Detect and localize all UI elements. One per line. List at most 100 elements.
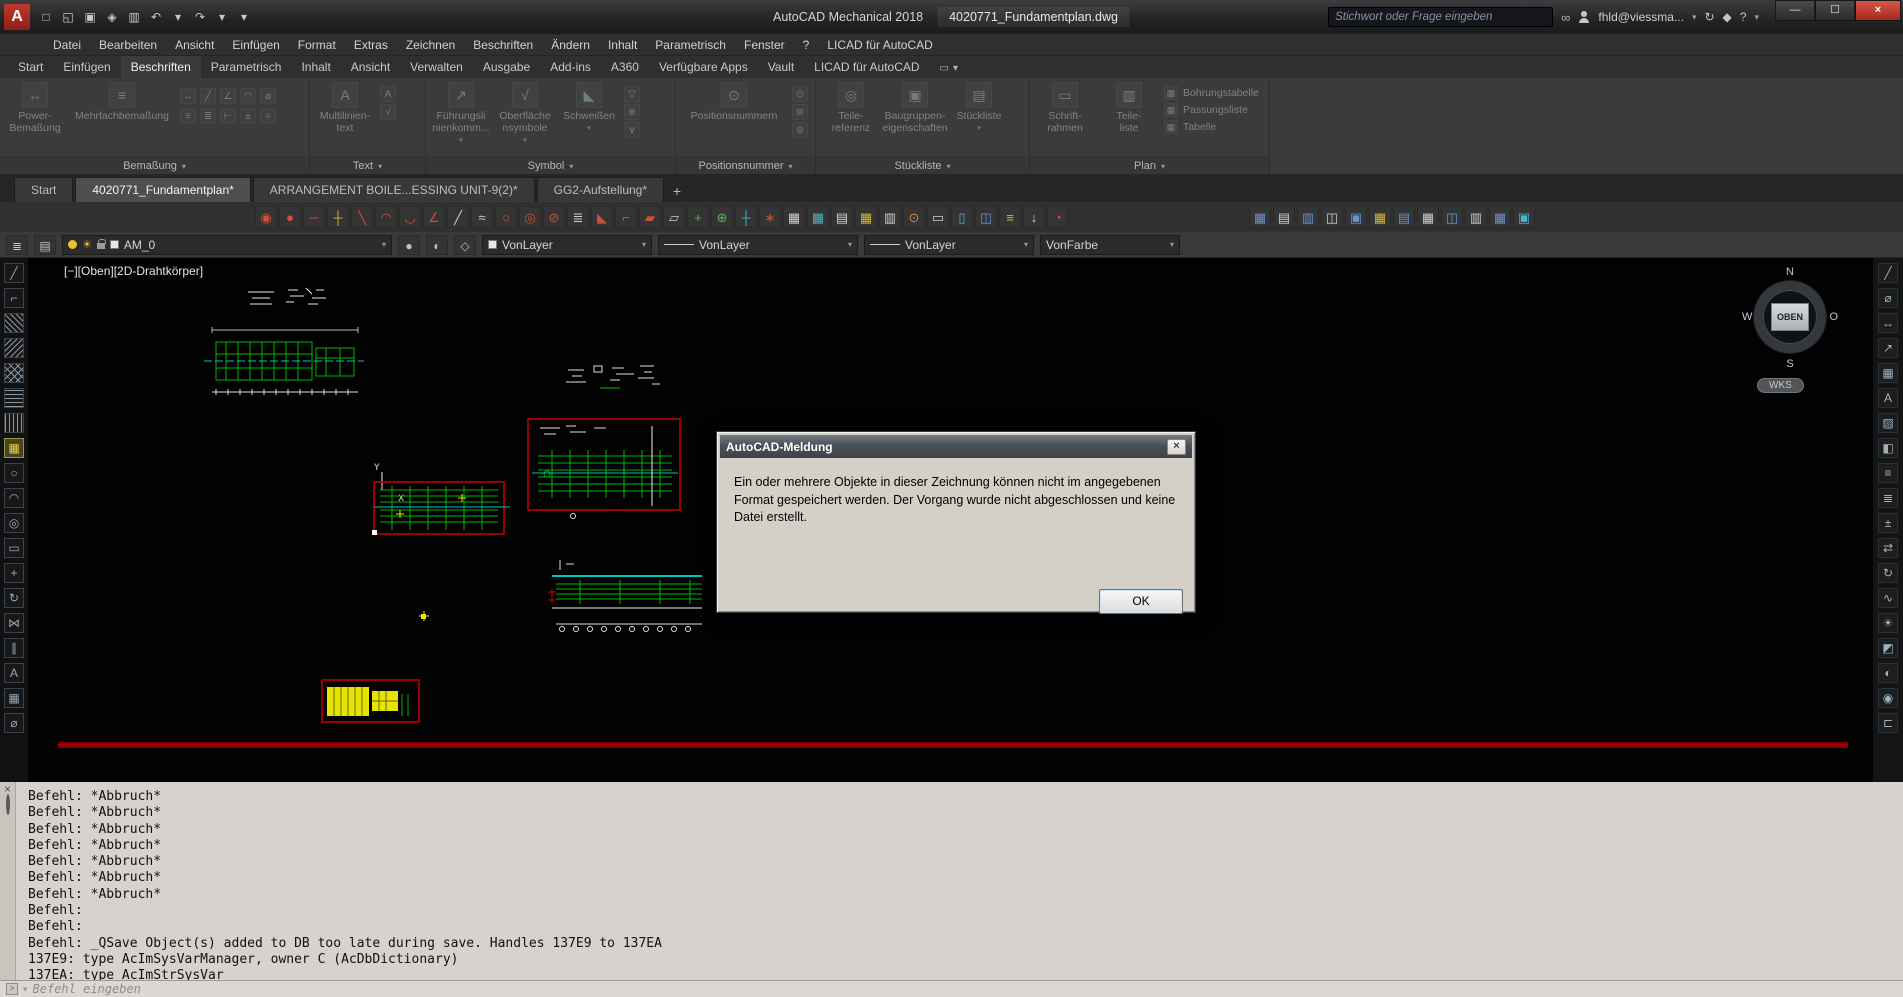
properties-icon[interactable]: ≣	[1878, 488, 1898, 508]
layers-icon[interactable]: ≡	[1878, 463, 1898, 483]
measure-icon[interactable]: ⌀	[1878, 288, 1898, 308]
dialog-titlebar[interactable]: AutoCAD-Meldung ×	[720, 435, 1192, 458]
layer-off-icon[interactable]: ●	[398, 234, 420, 255]
command-prompt-icon[interactable]: >	[6, 983, 18, 995]
hatch-icon[interactable]: ▨	[1878, 413, 1898, 433]
panel-footer-text[interactable]: Text ▾	[310, 157, 425, 174]
command-input[interactable]	[32, 982, 1903, 996]
table-style-4-icon[interactable]: ◫	[1321, 206, 1343, 228]
edit-markup-icon[interactable]: ╱	[1878, 263, 1898, 283]
panel-footer-plan[interactable]: Plan ▾	[1030, 157, 1269, 174]
polyline-tool-icon[interactable]: ⌐	[4, 288, 24, 308]
chain-dim-icon[interactable]: ≣	[200, 108, 216, 124]
text-tool-icon[interactable]: A	[4, 663, 24, 683]
tolerance-dim-icon[interactable]: ±	[240, 108, 256, 124]
table-style-11-icon[interactable]: ▦	[1489, 206, 1511, 228]
ribbon-button-power-bemaßung[interactable]: ↔ Power- Bemaßung	[6, 82, 64, 134]
plotstyle-dropdown[interactable]: VonFarbe ▾	[1040, 234, 1180, 255]
thread-lines-icon[interactable]: ≣	[567, 206, 589, 228]
revision-table-icon[interactable]: ▦	[855, 206, 877, 228]
ribbon-tab-parametrisch[interactable]: Parametrisch	[201, 56, 292, 78]
fillet-icon[interactable]: ⌐	[615, 206, 637, 228]
ribbon-button-positionsnummern[interactable]: ⊙ Positionsnummern	[682, 82, 786, 122]
block-icon[interactable]: ◧	[1878, 438, 1898, 458]
balloon-tool-icon[interactable]: ⊙	[903, 206, 925, 228]
a360-sync-icon[interactable]: ↻	[1704, 10, 1714, 24]
maximize-button[interactable]: ☐	[1815, 0, 1855, 21]
close-button[interactable]: ×	[1855, 0, 1901, 21]
power-snap-icon[interactable]: ◉	[255, 206, 277, 228]
ribbon-tab-beschriften[interactable]: Beschriften	[120, 56, 201, 78]
ribbon-button-stückliste[interactable]: ▤ Stückliste ▾	[950, 82, 1008, 132]
new-tab-button[interactable]: +	[666, 180, 688, 202]
minimize-button[interactable]: —	[1775, 0, 1815, 21]
erase-symbol-icon[interactable]: ▱	[663, 206, 685, 228]
autocad-logo-icon[interactable]: A	[4, 4, 30, 30]
ribbon-tab-ausgabe[interactable]: Ausgabe	[473, 56, 540, 78]
table-style-6-icon[interactable]: ▦	[1369, 206, 1391, 228]
hatch-vertical-icon[interactable]	[4, 413, 24, 433]
layer-dropdown[interactable]: ☀ AM_0 ▾	[62, 234, 392, 255]
panel-footer-symbol[interactable]: Symbol ▾	[426, 157, 675, 174]
command-history[interactable]: Befehl: *Abbruch* Befehl: *Abbruch* Befehl…	[0, 782, 1903, 985]
sun-study-icon[interactable]: ☀	[1878, 613, 1898, 633]
ribbon-button-schrift-rahmen[interactable]: ▭ Schrift- rahmen	[1036, 82, 1094, 134]
table-style-1-icon[interactable]: ▦	[1249, 206, 1271, 228]
menu-item-fenster[interactable]: Fenster	[735, 34, 794, 56]
command-recent-caret-icon[interactable]: ▾	[23, 984, 28, 995]
viewcube-east[interactable]: O	[1829, 311, 1838, 323]
line-tool-icon[interactable]: ╱	[4, 263, 24, 283]
file-tab-4020771-fundamentplan[interactable]: 4020771_Fundamentplan*	[75, 177, 251, 202]
baseline-dim-icon[interactable]: ≡	[180, 108, 196, 124]
centerline-icon[interactable]: ─	[303, 206, 325, 228]
frame-tool-icon[interactable]: ▭	[927, 206, 949, 228]
linear-dim-icon[interactable]: ↔	[180, 88, 196, 104]
ribbon-button-passungsliste[interactable]: ▦ Passungsliste	[1164, 103, 1259, 117]
layer-group-icon[interactable]: ≡	[999, 206, 1021, 228]
render-icon[interactable]: ◐	[1878, 663, 1898, 683]
ribbon-tab-inhalt[interactable]: Inhalt	[291, 56, 340, 78]
color-dropdown[interactable]: VonLayer ▾	[482, 234, 652, 255]
title-border-icon[interactable]: ▥	[879, 206, 901, 228]
ok-button[interactable]: OK	[1099, 589, 1183, 614]
section-line-icon[interactable]: ╲	[351, 206, 373, 228]
lineweight-dropdown[interactable]: VonLayer ▾	[864, 234, 1034, 255]
redo-icon[interactable]: ↷	[190, 7, 210, 27]
ribbon-tab-vault[interactable]: Vault	[758, 56, 804, 78]
ribbon-collapse-icon[interactable]: ▭	[940, 63, 949, 74]
search-input[interactable]	[1328, 7, 1554, 27]
menu-item-beschriften[interactable]: Beschriften	[464, 34, 542, 56]
ribbon-tab-licad-für-autocad[interactable]: LICAD für AutoCAD	[804, 56, 929, 78]
plot-icon[interactable]: ▥	[124, 7, 144, 27]
menu-item-bearbeiten[interactable]: Bearbeiten	[90, 34, 166, 56]
new-file-icon[interactable]: □	[36, 7, 56, 27]
bolt-circle-icon[interactable]: ◎	[519, 206, 541, 228]
ribbon-button-bohrungstabelle[interactable]: ▦ Bohrungstabelle	[1164, 86, 1259, 100]
table-style-3-icon[interactable]: ▥	[1297, 206, 1319, 228]
qat-customize-icon[interactable]: ▾	[234, 7, 254, 27]
wks-menu[interactable]: WKS	[1757, 378, 1804, 393]
layer-isolate-icon[interactable]: ◐	[426, 234, 448, 255]
layer-state-icon[interactable]: ▤	[34, 234, 56, 255]
orbit-icon[interactable]: ↻	[1878, 563, 1898, 583]
ribbon-button-teile-liste[interactable]: ▥ Teile- liste	[1100, 82, 1158, 134]
ribbon-tab-add-ins[interactable]: Add-ins	[540, 56, 601, 78]
centermark-icon[interactable]: ┼	[327, 206, 349, 228]
menu-item-datei[interactable]: Datei	[44, 34, 90, 56]
snap-target-icon[interactable]: ┼	[735, 206, 757, 228]
text-icon[interactable]: A	[1878, 388, 1898, 408]
chamfer-icon[interactable]: ◣	[591, 206, 613, 228]
redo-caret-icon[interactable]: ▾	[212, 7, 232, 27]
table-style-8-icon[interactable]: ▦	[1417, 206, 1439, 228]
power-edit-icon[interactable]: ⊕	[711, 206, 733, 228]
balloon-collect-icon[interactable]: ⊚	[792, 104, 808, 120]
ribbon-collapse-caret-icon[interactable]: ▾	[953, 63, 958, 74]
menu-item-item[interactable]: ?	[794, 34, 819, 56]
add-object-icon[interactable]: +	[687, 206, 709, 228]
app-store-icon[interactable]: ◆	[1723, 10, 1732, 24]
signin-account[interactable]: fhld@viessma...	[1598, 10, 1684, 24]
ribbon-tab-ansicht[interactable]: Ansicht	[341, 56, 400, 78]
open-file-icon[interactable]: ◱	[58, 7, 78, 27]
dialog-close-button[interactable]: ×	[1167, 438, 1186, 455]
ribbon-button-mehrfachbemaßung[interactable]: ≡ Mehrfachbemaßung	[70, 82, 174, 122]
